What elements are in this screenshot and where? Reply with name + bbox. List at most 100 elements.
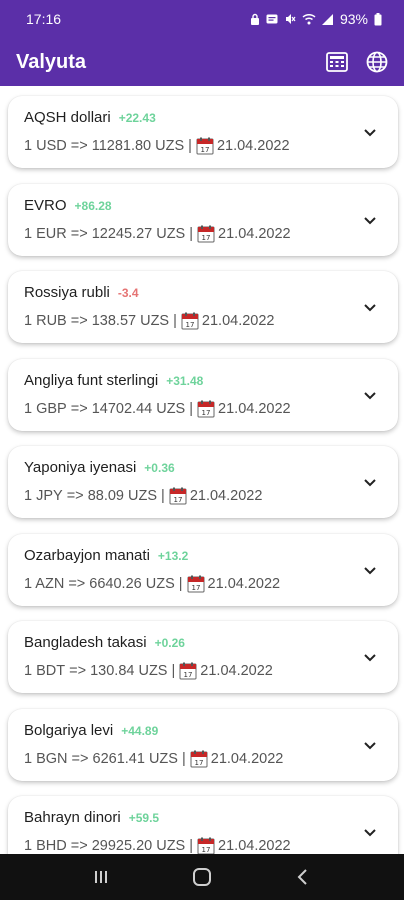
currency-rate-row: 1 JPY => 88.09 UZS | 17 21.04.2022 xyxy=(24,487,263,505)
currency-change: +59.5 xyxy=(128,811,160,825)
app-bar: Valyuta xyxy=(0,38,404,86)
svg-text:17: 17 xyxy=(202,409,211,417)
currency-rate: 138.57 UZS xyxy=(91,313,170,329)
app-actions xyxy=(324,49,390,75)
battery-percent: 93% xyxy=(339,11,368,27)
calendar-icon: 17 xyxy=(169,487,187,505)
currency-title-row: Rossiya rubli -3.4 xyxy=(24,284,348,308)
currency-rate: 29925.20 UZS xyxy=(91,838,186,854)
chevron-down-icon[interactable] xyxy=(362,737,378,753)
currency-title-row: Ozarbayjon manati +13.2 xyxy=(24,547,348,571)
currency-card[interactable]: Bahrayn dinori +59.5 1 BHD => 29925.20 U… xyxy=(8,796,398,854)
currency-card[interactable]: Bangladesh takasi +0.26 1 BDT => 130.84 … xyxy=(8,621,398,693)
currency-card[interactable]: EVRO +86.28 1 EUR => 12245.27 UZS | 17 2… xyxy=(8,183,398,256)
svg-text:17: 17 xyxy=(200,146,209,154)
svg-text:17: 17 xyxy=(202,846,211,854)
system-nav-bar xyxy=(0,854,404,900)
currency-name: AQSH dollari xyxy=(24,109,111,126)
currency-rate-row: 1 BGN => 6261.41 UZS | 17 21.04.2022 xyxy=(24,750,284,767)
currency-date: 21.04.2022 xyxy=(189,488,263,504)
chevron-down-icon[interactable] xyxy=(362,474,378,490)
currency-unit: 1 GBP xyxy=(24,400,67,417)
currency-card[interactable]: Ozarbayjon manati +13.2 1 AZN => 6640.26… xyxy=(8,533,398,606)
currency-rate: 11281.80 UZS xyxy=(91,138,185,154)
currency-rate: 130.84 UZS xyxy=(90,663,168,679)
currency-date: 21.04.2022 xyxy=(201,313,275,329)
currency-date: 21.04.2022 xyxy=(218,225,291,242)
notification-icon xyxy=(266,13,278,25)
svg-text:17: 17 xyxy=(184,671,193,679)
svg-text:17: 17 xyxy=(194,759,203,767)
wifi-icon xyxy=(302,13,316,25)
currency-list[interactable]: AQSH dollari +22.43 1 USD => 11281.80 UZ… xyxy=(0,86,404,854)
currency-name: Ozarbayjon manati xyxy=(24,546,150,564)
lock-icon xyxy=(250,13,260,25)
currency-title-row: Bangladesh takasi +0.26 xyxy=(24,634,348,658)
currency-name: Bahrayn dinori xyxy=(24,809,121,826)
currency-date: 21.04.2022 xyxy=(207,575,281,592)
currency-rate-row: 1 EUR => 12245.27 UZS | 17 21.04.2022 xyxy=(24,225,291,243)
currency-rate-row: 1 USD => 11281.80 UZS | 17 21.04.2022 xyxy=(24,137,290,155)
calendar-icon: 17 xyxy=(179,662,197,680)
currency-unit: 1 BHD xyxy=(24,838,67,854)
currency-rate: 6640.26 UZS xyxy=(89,575,175,592)
currency-title-row: Bolgariya levi +44.89 xyxy=(24,722,348,746)
currency-name: Bangladesh takasi xyxy=(24,634,147,651)
recents-icon[interactable] xyxy=(81,857,121,897)
currency-date: 21.04.2022 xyxy=(210,750,284,767)
svg-text:17: 17 xyxy=(173,496,182,504)
globe-icon[interactable] xyxy=(364,49,390,75)
mute-icon xyxy=(284,13,296,25)
chevron-down-icon[interactable] xyxy=(362,824,378,840)
chevron-down-icon[interactable] xyxy=(362,212,378,228)
currency-change: +0.26 xyxy=(154,636,185,650)
currency-change: +86.28 xyxy=(74,198,112,213)
currency-change: +0.36 xyxy=(144,461,175,475)
currency-card[interactable]: Angliya funt sterlingi +31.48 1 GBP => 1… xyxy=(8,358,398,431)
currency-card[interactable]: Yaponiya iyenasi +0.36 1 JPY => 88.09 UZ… xyxy=(8,446,398,518)
currency-change: +13.2 xyxy=(157,548,189,563)
calculator-icon[interactable] xyxy=(324,49,350,75)
currency-card[interactable]: Bolgariya levi +44.89 1 BGN => 6261.41 U… xyxy=(8,708,398,781)
currency-change: +22.43 xyxy=(118,111,156,125)
calendar-icon: 17 xyxy=(197,837,215,854)
currency-unit: 1 BDT xyxy=(24,663,66,679)
currency-date: 21.04.2022 xyxy=(218,400,291,417)
currency-rate-row: 1 AZN => 6640.26 UZS | 17 21.04.2022 xyxy=(24,575,281,592)
chevron-down-icon[interactable] xyxy=(362,562,378,578)
home-icon[interactable] xyxy=(182,857,222,897)
currency-title-row: Bahrayn dinori +59.5 xyxy=(24,809,348,833)
chevron-down-icon[interactable] xyxy=(362,387,378,403)
calendar-icon: 17 xyxy=(197,225,215,243)
currency-name: Yaponiya iyenasi xyxy=(24,459,137,476)
status-icons: 93% xyxy=(250,11,382,27)
calendar-icon: 17 xyxy=(197,400,215,418)
currency-date: 21.04.2022 xyxy=(218,838,291,854)
currency-name: Angliya funt sterlingi xyxy=(24,371,159,389)
status-time: 17:16 xyxy=(26,11,62,27)
app-title: Valyuta xyxy=(16,50,87,73)
currency-rate: 14702.44 UZS xyxy=(91,400,186,417)
currency-title-row: AQSH dollari +22.43 xyxy=(24,109,348,133)
currency-name: Rossiya rubli xyxy=(24,284,110,301)
currency-card[interactable]: AQSH dollari +22.43 1 USD => 11281.80 UZ… xyxy=(8,96,398,168)
chevron-down-icon[interactable] xyxy=(362,649,378,665)
currency-card[interactable]: Rossiya rubli -3.4 1 RUB => 138.57 UZS |… xyxy=(8,271,398,343)
currency-rate: 88.09 UZS xyxy=(87,488,158,504)
back-icon[interactable] xyxy=(283,857,323,897)
chevron-down-icon[interactable] xyxy=(362,299,378,315)
calendar-icon: 17 xyxy=(196,137,214,155)
currency-name: Bolgariya levi xyxy=(24,721,114,739)
currency-rate-row: 1 BDT => 130.84 UZS | 17 21.04.2022 xyxy=(24,662,273,680)
currency-unit: 1 BGN xyxy=(24,750,68,767)
battery-icon xyxy=(374,12,382,26)
svg-text:17: 17 xyxy=(191,584,200,592)
chevron-down-icon[interactable] xyxy=(362,124,378,140)
currency-change: +31.48 xyxy=(166,373,204,388)
currency-rate-row: 1 GBP => 14702.44 UZS | 17 21.04.2022 xyxy=(24,400,291,418)
currency-date: 21.04.2022 xyxy=(200,663,273,679)
currency-change: +44.89 xyxy=(121,723,159,738)
currency-name: EVRO xyxy=(24,196,67,214)
currency-change: -3.4 xyxy=(117,286,139,300)
status-bar: 17:16 93% xyxy=(0,0,404,38)
